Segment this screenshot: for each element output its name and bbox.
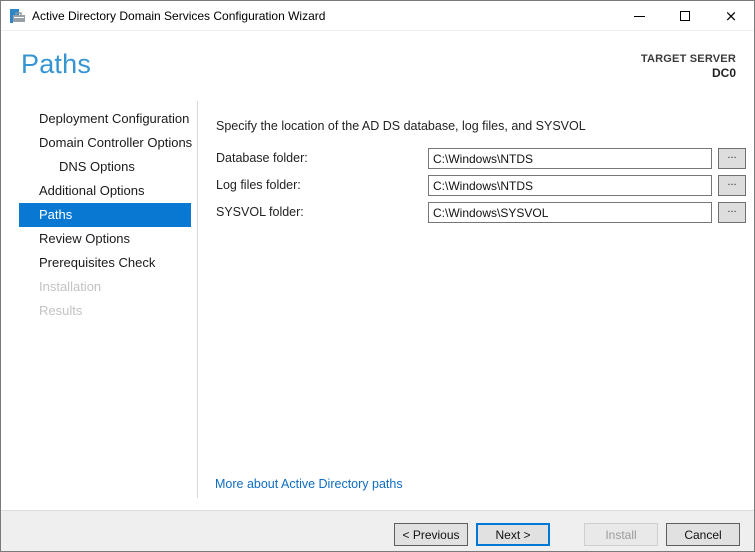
sidebar-item-paths[interactable]: Paths — [19, 203, 191, 227]
cancel-button[interactable]: Cancel — [666, 523, 740, 546]
sidebar-item-prerequisites-check[interactable]: Prerequisites Check — [1, 251, 197, 275]
minimize-button[interactable] — [616, 1, 662, 31]
database-folder-label: Database folder: — [216, 151, 308, 165]
database-folder-input[interactable] — [428, 148, 712, 169]
minimize-icon — [633, 15, 645, 17]
window-controls: × — [616, 1, 754, 31]
page-title: Paths — [21, 49, 92, 79]
sidebar-item-dns-options[interactable]: DNS Options — [1, 155, 197, 179]
sysvol-folder-input[interactable] — [428, 202, 712, 223]
sidebar-item-installation: Installation — [39, 279, 102, 294]
target-server-label: TARGET SERVER — [640, 53, 736, 65]
window-title: Active Directory Domain Services Configu… — [32, 8, 326, 23]
sidebar-divider — [197, 101, 198, 498]
page-instruction: Specify the location of the AD DS databa… — [216, 119, 586, 133]
wizard-steps-nav: Deployment Configuration Domain Controll… — [1, 107, 197, 323]
titlebar: Active Directory Domain Services Configu… — [1, 1, 754, 31]
sidebar-item-additional-options[interactable]: Additional Options — [1, 179, 197, 203]
maximize-icon — [680, 11, 690, 21]
log-files-folder-input[interactable] — [428, 175, 712, 196]
sysvol-folder-label: SYSVOL folder: — [216, 205, 304, 219]
sidebar-item-review-options[interactable]: Review Options — [1, 227, 197, 251]
previous-button[interactable]: < Previous — [394, 523, 468, 546]
sysvol-folder-browse-button[interactable]: ... — [718, 202, 746, 223]
log-files-folder-label: Log files folder: — [216, 178, 301, 192]
close-button[interactable]: × — [708, 1, 754, 31]
target-server-name: DC0 — [711, 66, 736, 80]
sidebar-item-deployment-configuration[interactable]: Deployment Configuration — [1, 107, 197, 131]
log-files-folder-browse-button[interactable]: ... — [718, 175, 746, 196]
server-manager-icon — [10, 8, 25, 23]
database-folder-browse-button[interactable]: ... — [718, 148, 746, 169]
sidebar-item-results: Results — [39, 303, 83, 318]
maximize-button[interactable] — [662, 1, 708, 31]
next-button[interactable]: Next > — [476, 523, 550, 546]
install-button: Install — [584, 523, 658, 546]
more-about-paths-link[interactable]: More about Active Directory paths — [215, 477, 403, 491]
target-server: TARGET SERVER DC0 — [641, 52, 736, 80]
close-icon: × — [724, 6, 738, 25]
sidebar-item-domain-controller-options[interactable]: Domain Controller Options — [1, 131, 197, 155]
wizard-window: Active Directory Domain Services Configu… — [0, 0, 755, 552]
